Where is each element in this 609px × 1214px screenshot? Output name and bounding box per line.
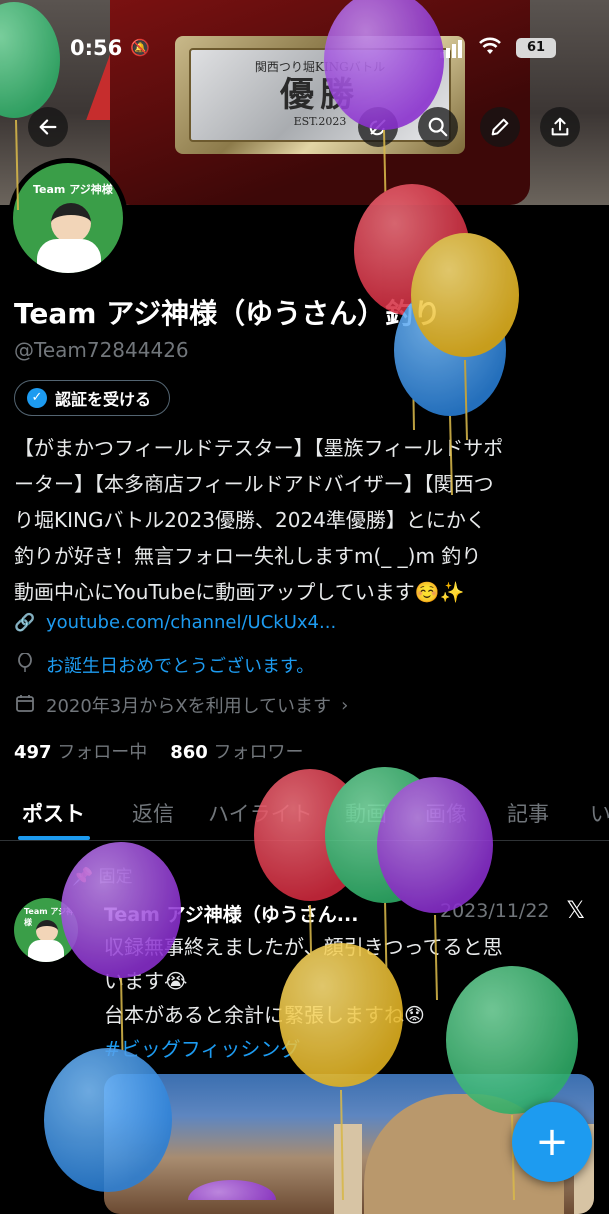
search-button[interactable]: [418, 107, 458, 147]
balloon-icon: [14, 651, 36, 678]
profile-avatar[interactable]: Team アジ神様: [8, 158, 128, 278]
chevron-right-icon: ›: [341, 694, 349, 716]
plus-icon: +: [535, 1119, 569, 1165]
avatar-body: [37, 239, 101, 273]
pinned-label: 固定: [98, 867, 133, 887]
tab-posts[interactable]: ポスト: [22, 798, 85, 828]
post-line: 収録無事終えましたが、顔引きつってると思: [104, 935, 503, 959]
calendar-icon: [14, 694, 36, 717]
compose-button[interactable]: +: [512, 1102, 592, 1182]
tab-highlights[interactable]: ハイライト: [208, 798, 313, 828]
grok-icon: [369, 119, 386, 136]
bio-line: ーター】【本多商店フィールドアドバイザー】【関西つ: [14, 472, 494, 496]
joined-text: 2020年3月からXを利用しています: [46, 696, 332, 717]
battery-indicator: 61: [516, 38, 556, 58]
followers-label: フォロワー: [213, 742, 304, 763]
pin-icon: 📌: [72, 867, 94, 887]
silent-bell-icon: 🔕: [130, 38, 150, 57]
arrow-left-icon: [39, 119, 57, 135]
post-hashtag[interactable]: #ビッグフィッシング: [104, 1032, 604, 1066]
profile-bio: 【がまかつフィールドテスター】【墨族フィールドサポ ーター】【本多商店フィールド…: [14, 430, 599, 610]
plaque-main-text: 優勝: [280, 75, 360, 115]
pencil-icon: [491, 118, 509, 136]
grok-button[interactable]: [358, 107, 398, 147]
following-label: フォロー中: [57, 742, 148, 763]
tab-media[interactable]: 画像: [425, 798, 467, 828]
website-link[interactable]: youtube.com/channel/UCkUx4...: [46, 612, 336, 633]
following-stat[interactable]: 497 フォロー中: [14, 742, 147, 763]
post-author[interactable]: Team アジ神様（ゆうさん...: [104, 900, 358, 927]
avatar-face: [51, 203, 91, 243]
profile-website[interactable]: 🔗 youtube.com/channel/UCkUx4...: [14, 612, 336, 633]
cellular-signal-icon: [440, 40, 466, 58]
x-logo-icon: 𝕏: [566, 896, 586, 924]
profile-tabs: ポスト 返信 ハイライト 動画 画像 記事 い: [0, 788, 609, 841]
tab-articles[interactable]: 記事: [507, 798, 549, 828]
profile-handle: @Team72844426: [14, 338, 189, 362]
wifi-icon: [478, 36, 502, 61]
followers-stat[interactable]: 860 フォロワー: [170, 742, 303, 763]
search-icon: [428, 117, 448, 137]
post-avatar[interactable]: Team アジ神様: [14, 898, 78, 962]
post-date: 2023/11/22: [440, 900, 550, 922]
post-avatar-face: [36, 920, 58, 942]
plaque-est-text: EST.2023: [293, 115, 347, 128]
tab-videos[interactable]: 動画: [345, 798, 387, 828]
profile-joined[interactable]: 2020年3月からXを利用しています ›: [14, 692, 348, 718]
media-column: [334, 1124, 362, 1214]
avatar-team-text: Team アジ神様: [33, 183, 113, 196]
pinned-indicator: 📌 固定: [72, 862, 133, 887]
profile-name: Team アジ神様（ゆうさん）釣り: [14, 297, 442, 330]
post-text: 収録無事終えましたが、顔引きつってると思 います😭 台本があると余計に緊張します…: [104, 930, 604, 1066]
bio-line: 釣りが好き！無言フォロー失礼しますm(_ _)m 釣り: [14, 544, 482, 568]
link-icon: 🔗: [14, 612, 36, 633]
bio-line: り堀KINGバトル2023優勝、2024準優勝】とにかく: [14, 508, 486, 532]
profile-birthday: お誕生日おめでとうございます。: [14, 651, 315, 678]
post-avatar-body: [28, 940, 64, 962]
status-time: 0:56: [70, 36, 123, 60]
status-bar: 0:56 🔕 61: [0, 32, 609, 66]
get-verified-label: 認証を受ける: [55, 390, 152, 409]
get-verified-button[interactable]: ✓ 認証を受ける: [14, 380, 171, 416]
bio-line: 【がまかつフィールドテスター】【墨族フィールドサポ: [14, 436, 504, 460]
post-line: います😭: [104, 969, 188, 993]
follow-stats: 497 フォロー中 860 フォロワー: [14, 738, 304, 764]
following-count: 497: [14, 742, 52, 763]
verified-check-icon: ✓: [27, 388, 47, 408]
bio-line: 動画中心にYouTubeに動画アップしています☺️✨: [14, 580, 465, 604]
share-button[interactable]: [540, 107, 580, 147]
post-line: 台本があると余計に緊張しますね😟: [104, 1003, 425, 1027]
followers-count: 860: [170, 742, 208, 763]
active-tab-indicator: [18, 836, 90, 840]
edit-button[interactable]: [480, 107, 520, 147]
back-button[interactable]: [28, 107, 68, 147]
birthday-text: お誕生日おめでとうございます。: [46, 656, 315, 677]
share-icon: [551, 117, 569, 136]
tab-replies[interactable]: 返信: [132, 798, 174, 828]
tab-more[interactable]: い: [590, 798, 609, 828]
